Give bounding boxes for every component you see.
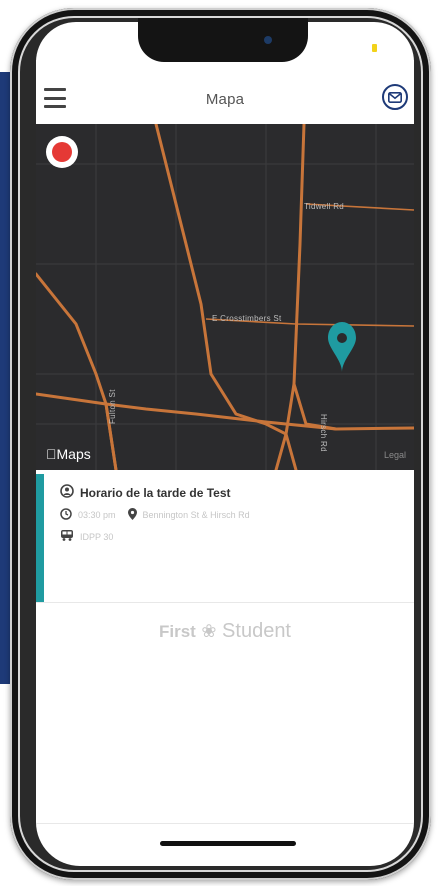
app-screen: Mapa Tidwell Rd E Crosstimbers St Fulton…	[36, 60, 414, 866]
home-indicator	[160, 841, 296, 846]
menu-icon[interactable]	[44, 88, 66, 108]
mail-icon[interactable]	[382, 84, 408, 110]
location-pin-icon	[328, 322, 356, 372]
card-accent	[36, 474, 44, 602]
brand-swoosh-icon: ❀	[201, 621, 217, 641]
divider	[36, 823, 414, 824]
bus-row: IDPP 30	[60, 530, 113, 543]
map-roads	[36, 124, 414, 470]
trip-title-row: Horario de la tarde de Test	[60, 484, 231, 501]
maps-attribution: Maps	[46, 446, 91, 462]
record-icon	[52, 142, 72, 162]
road-label: Fulton St	[108, 389, 117, 424]
clock-icon	[60, 508, 72, 522]
map-view[interactable]: Tidwell Rd E Crosstimbers St Fulton St H…	[36, 124, 414, 470]
user-icon	[60, 484, 74, 501]
trip-details-row: 03:30 pm Bennington St & Hirsch Rd	[60, 508, 250, 522]
trip-title: Horario de la tarde de Test	[80, 485, 231, 500]
page-title: Mapa	[205, 90, 245, 108]
notch	[138, 18, 308, 62]
bus-number: IDPP 30	[80, 531, 114, 542]
record-button[interactable]	[46, 136, 78, 168]
camera-icon	[264, 36, 272, 44]
trip-card[interactable]: Horario de la tarde de Test 03:30 pm Ben…	[36, 470, 414, 603]
app-header: Mapa	[36, 74, 414, 125]
road-label: Hirsch Rd	[319, 414, 328, 452]
legal-link[interactable]: Legal	[384, 450, 406, 460]
trip-time: 03:30 pm	[78, 510, 116, 520]
trip-location: Bennington St & Hirsch Rd	[142, 510, 250, 520]
map-marker-icon	[127, 508, 137, 522]
bus-icon	[60, 530, 74, 543]
apple-icon: 	[46, 446, 57, 462]
road-label: Tidwell Rd	[304, 202, 345, 211]
brand-logo: First ❀ Student	[158, 620, 291, 642]
battery-icon	[372, 44, 377, 52]
road-label: E Crosstimbers St	[212, 314, 282, 323]
